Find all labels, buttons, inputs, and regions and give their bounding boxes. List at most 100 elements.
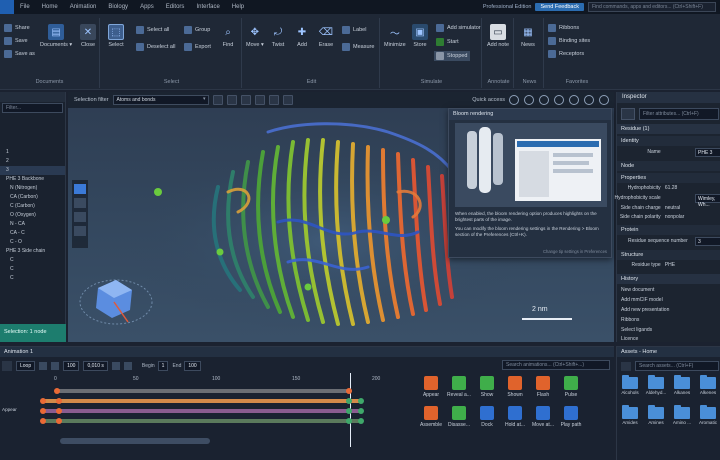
timeline-track[interactable] [0,397,414,405]
documents-button[interactable]: ▤ Documents ▾ [40,24,72,48]
effect-reveal[interactable]: Reveal a... [444,376,474,398]
command-search-input[interactable]: Find commands, apps and editors... (Ctrl… [588,2,716,12]
folder-item[interactable]: Aldehyd... [645,375,667,395]
tree-item[interactable]: C [0,265,65,274]
keyframe[interactable] [40,418,46,424]
folder-item[interactable]: Aromatic [697,405,719,425]
tree-item[interactable]: C - O [0,238,65,247]
folder-item[interactable]: Amino ... [671,405,693,425]
effect-assemble[interactable]: Assemble [416,406,446,428]
folder-item[interactable]: Amines [645,405,667,425]
keyframe[interactable] [56,418,62,424]
orientation-gizmo[interactable] [79,279,153,325]
deselect-all-button[interactable]: Deselect all [136,43,175,51]
tree-item-selected[interactable]: 3 [0,166,65,175]
prev-key-icon[interactable] [111,362,120,370]
inspector-filter-input[interactable]: Filter attributes... (Ctrl+F) [639,108,719,120]
menu-help[interactable]: Help [226,4,250,10]
tree-item[interactable]: N (Nitrogen) [0,184,65,193]
section-node[interactable]: Node [617,161,720,171]
label-button[interactable]: Label [342,26,366,34]
history-item[interactable]: Select ligands [621,327,652,333]
find-button[interactable]: ⌕ Find [220,24,236,49]
tree-item[interactable]: CA (Carbon) [0,193,65,202]
ribbons-button[interactable]: Ribbons [548,24,579,32]
export-button[interactable]: Export [184,43,211,51]
minimize-button[interactable]: 〜 Minimize [384,24,406,49]
assets-back-icon[interactable] [621,362,631,371]
close-button[interactable]: ✕ Close [80,24,96,48]
history-item[interactable]: Add mmCIF model [621,297,663,303]
fps-input[interactable]: 100 [63,361,80,371]
residue-seq-input[interactable]: 3 [695,237,720,246]
time-input[interactable]: 0,010 s [83,361,108,371]
keyframe[interactable] [346,408,352,414]
select-button[interactable]: ⬚ Select [108,24,124,48]
folder-item[interactable]: Alkenes [697,375,719,395]
keyframe[interactable] [40,398,46,404]
add-button[interactable]: ✚ Add [294,24,310,49]
effect-dock[interactable]: Dock [472,406,502,428]
end-input[interactable]: 100 [184,361,201,371]
tree-item[interactable]: O (Oxygen) [0,211,65,220]
keyframe[interactable] [346,388,352,394]
store-button[interactable]: ▣ Store [412,24,428,48]
history-item[interactable]: Licence [621,336,638,342]
section-protein[interactable]: Protein [617,225,720,235]
folder-item[interactable]: Amides [619,405,641,425]
scene-left-toolbar[interactable] [72,180,88,248]
measure-button[interactable]: Measure [342,43,374,51]
folder-item[interactable]: Alkanes [671,375,693,395]
save-as-button[interactable]: Save as [4,50,35,58]
history-item[interactable]: New document [621,287,654,293]
erase-button[interactable]: ⌫ Erase [318,24,334,49]
save-button[interactable]: Save [4,37,28,45]
effect-shown[interactable]: Shown [500,376,530,398]
history-item[interactable]: Add new presentation [621,307,669,313]
receptors-button[interactable]: Receptors [548,50,584,58]
effect-appear[interactable]: Appear [416,376,446,398]
binding-sites-button[interactable]: Binding sites [548,37,590,45]
begin-input[interactable]: 1 [157,361,169,371]
menu-editors[interactable]: Editors [160,4,191,10]
move-button[interactable]: ✥ Move ▾ [246,24,264,49]
keyframe[interactable] [358,408,364,414]
effect-flash[interactable]: Flash [528,376,558,398]
assets-search-input[interactable]: Search assets... (Ctrl+F) [635,361,719,371]
hydrophobicity-scale-dropdown[interactable]: Wimley, Wh... [695,194,720,208]
keyframe[interactable] [56,398,62,404]
keyframe[interactable] [54,388,60,394]
menu-interface[interactable]: Interface [190,4,225,10]
timeline-scrollbar[interactable] [60,438,210,444]
effect-pulse[interactable]: Pulse [556,376,586,398]
menu-animation[interactable]: Animation [64,4,103,10]
tree-item[interactable]: C [0,274,65,283]
menu-biology[interactable]: Biology [102,4,134,10]
menu-file[interactable]: File [14,4,36,10]
tree-item[interactable]: N - CA [0,220,65,229]
start-button[interactable]: Start [436,38,459,46]
tree-item[interactable]: 2 [0,157,65,166]
effect-play-path[interactable]: Play path [556,406,586,428]
step-back-icon[interactable] [39,362,48,370]
tree-item[interactable]: CA - C [0,229,65,238]
section-structure[interactable]: Structure [617,250,720,260]
group-button[interactable]: Group [184,26,210,34]
select-all-button[interactable]: Select all [136,26,169,34]
timeline-track[interactable] [0,387,414,395]
animation-search-input[interactable]: Search animations... (Ctrl+Shift+...) [502,360,610,370]
tree-item[interactable]: 1 [0,148,65,157]
name-input[interactable]: PHE 3 [695,148,720,157]
tree-item[interactable]: PHE 3 Side chain [0,247,65,256]
menu-apps[interactable]: Apps [134,4,160,10]
history-item[interactable]: Ribbons [621,317,639,323]
keyframe[interactable] [346,418,352,424]
effect-hold[interactable]: Hold at... [500,406,530,428]
keyframe[interactable] [40,408,46,414]
folder-item[interactable]: Alcohols [619,375,641,395]
stopped-button[interactable]: Stopped [434,51,470,61]
inspector-pin-icon[interactable] [621,108,635,120]
share-button[interactable]: Share [4,24,30,32]
add-note-button[interactable]: ▭ Add note [487,24,509,48]
step-forward-icon[interactable] [51,362,60,370]
